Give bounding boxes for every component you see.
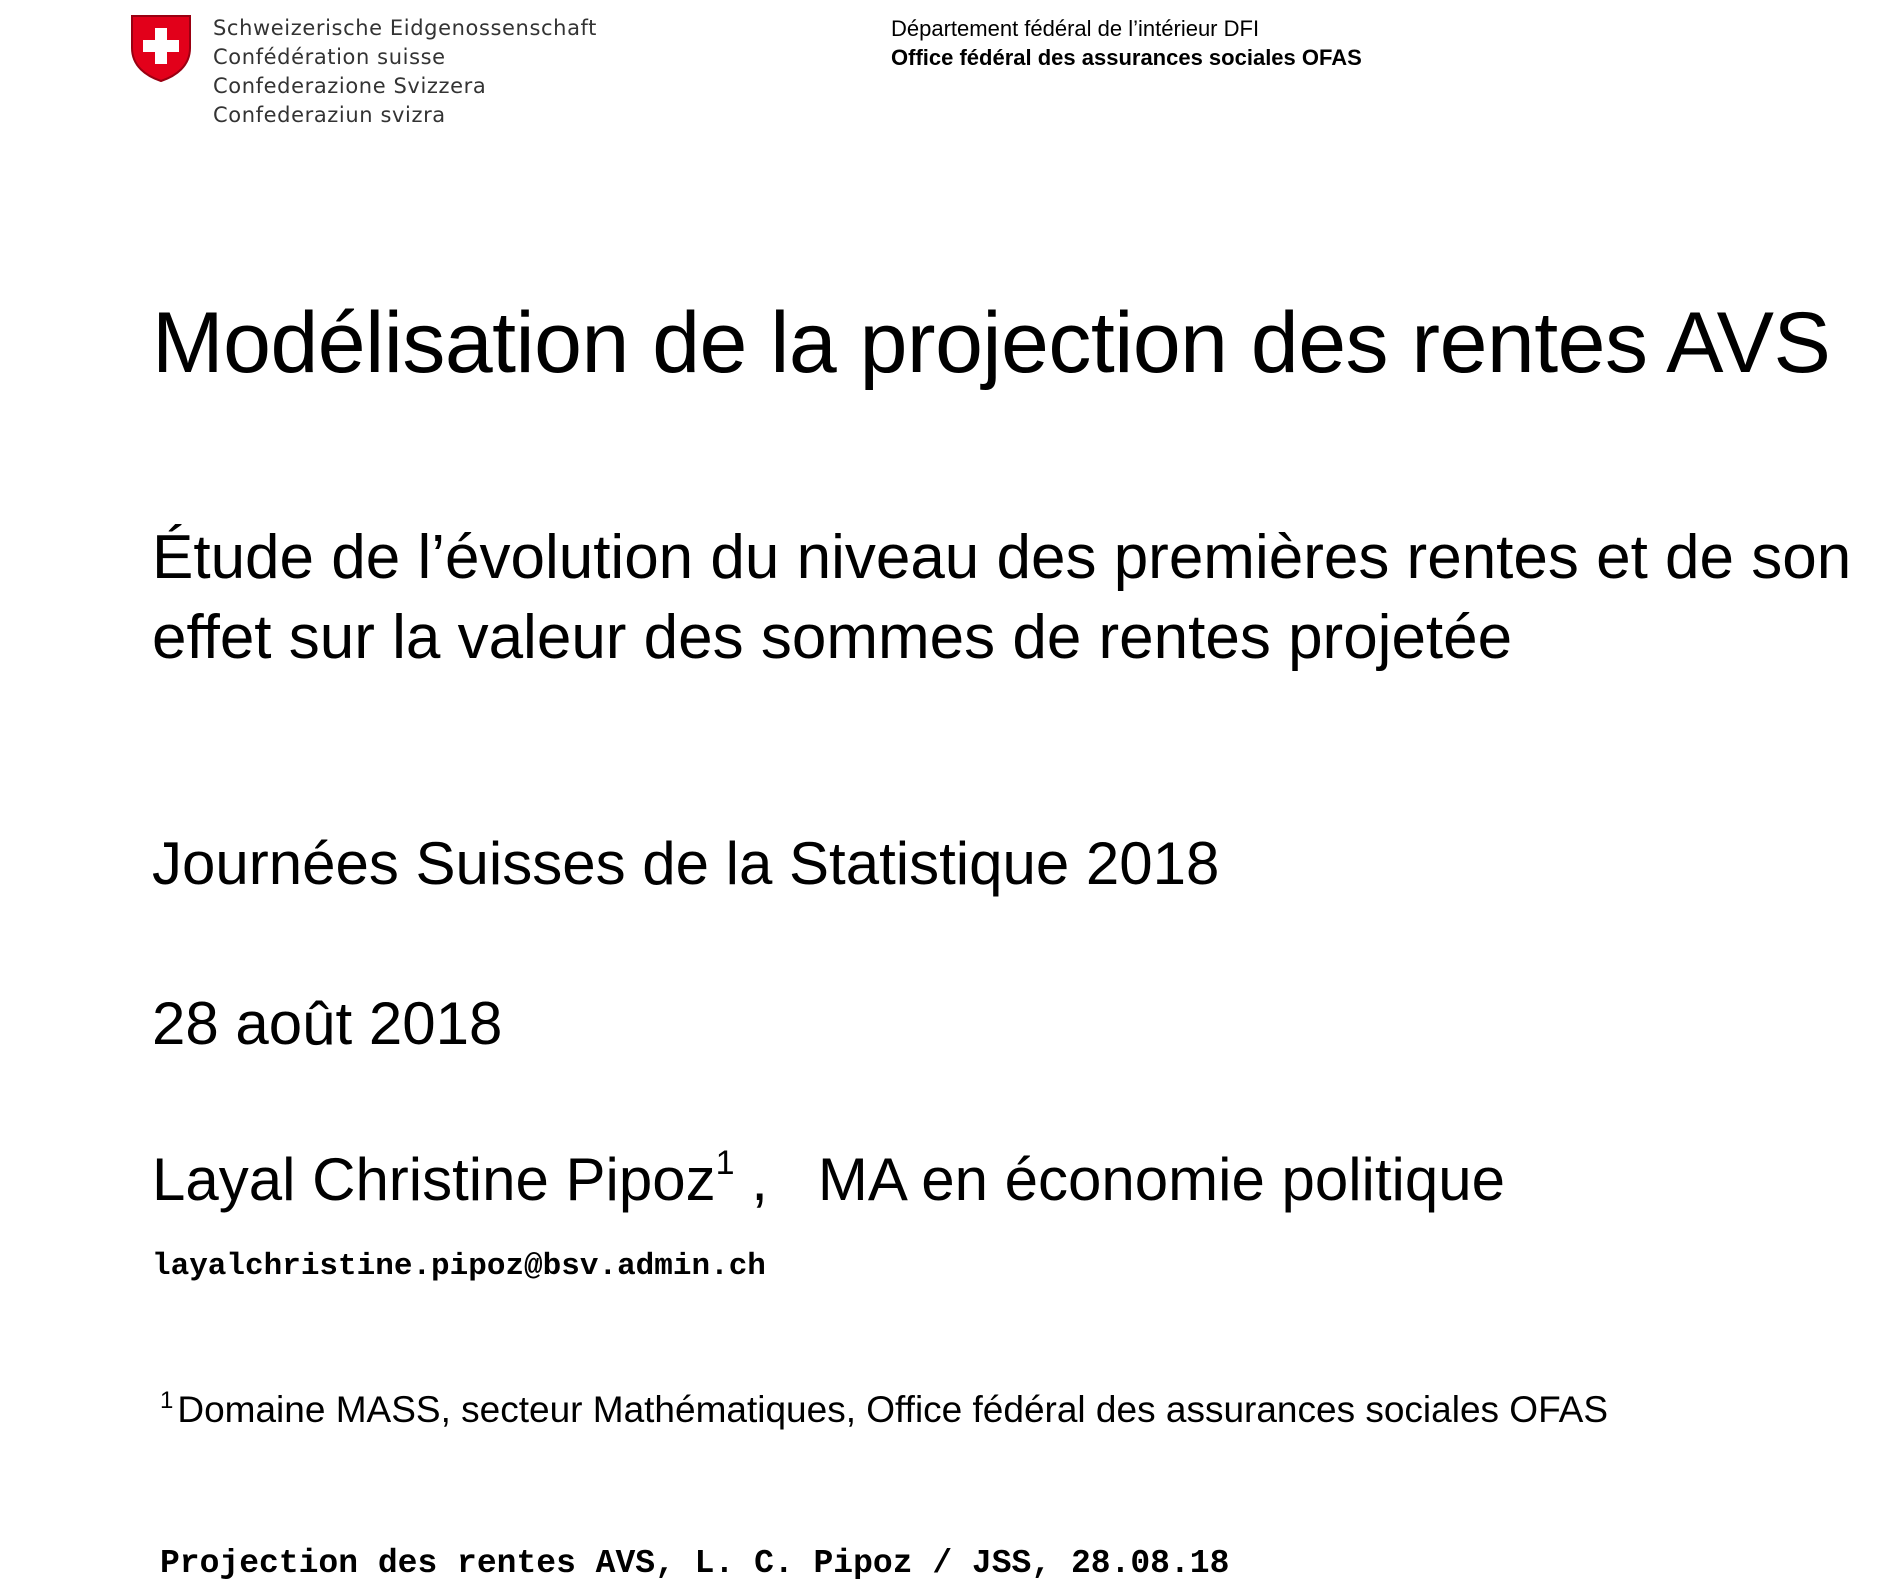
confederation-name-it: Confederazione Svizzera bbox=[213, 74, 487, 98]
author-degree: MA en économie politique bbox=[817, 1146, 1505, 1213]
presentation-date: 28 août 2018 bbox=[152, 990, 503, 1057]
office-name: Office fédéral des assurances sociales O… bbox=[891, 45, 1362, 70]
author-affiliation-mark: 1 bbox=[715, 1144, 735, 1182]
footnote-text: Domaine MASS, secteur Mathématiques, Off… bbox=[177, 1389, 1609, 1430]
author-name: Layal Christine Pipoz bbox=[152, 1146, 716, 1213]
presentation-subtitle: Étude de l’évolution du niveau des premi… bbox=[152, 523, 1852, 672]
swiss-shield-icon bbox=[131, 15, 191, 83]
department-name: Département fédéral de l’intérieur DFI bbox=[891, 16, 1260, 41]
confederation-name-de: Schweizerische Eidgenossenschaft bbox=[213, 16, 597, 40]
author-separator: , bbox=[751, 1146, 768, 1213]
event-name: Journées Suisses de la Statistique 2018 bbox=[152, 830, 1220, 897]
presentation-title: Modélisation de la projection des rentes… bbox=[152, 295, 1831, 391]
swiss-coat-of-arms-logo bbox=[130, 14, 192, 83]
affiliation-footnote: 1 Domaine MASS, secteur Mathématiques, Of… bbox=[160, 1386, 1608, 1434]
author-line: Layal Christine Pipoz1 , MA en économie p… bbox=[152, 1144, 1505, 1216]
department-office-block: Département fédéral de l’intérieur DFI O… bbox=[891, 14, 1362, 72]
footnote-mark: 1 bbox=[160, 1387, 174, 1414]
slide-footer: Projection des rentes AVS, L. C. Pipoz /… bbox=[160, 1545, 1230, 1582]
confederation-name-fr: Confédération suisse bbox=[213, 45, 446, 69]
author-email[interactable]: layalchristine.pipoz@bsv.admin.ch bbox=[152, 1247, 766, 1287]
confederation-name-rm: Confederaziun svizra bbox=[213, 103, 446, 127]
confederation-names: Schweizerische Eidgenossenschaft Confédé… bbox=[213, 14, 597, 130]
